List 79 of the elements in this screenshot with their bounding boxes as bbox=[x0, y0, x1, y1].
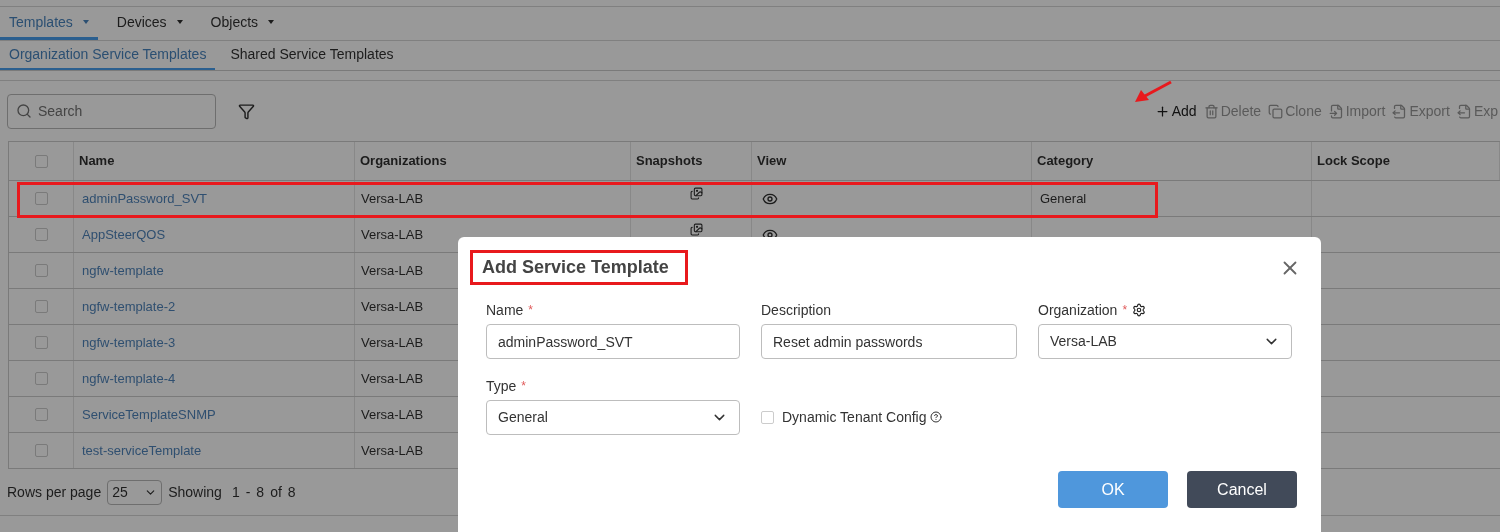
template-link[interactable]: test-serviceTemplate bbox=[82, 440, 202, 461]
table-cell-text: Versa-LAB bbox=[361, 405, 424, 424]
column-header: Name bbox=[79, 152, 115, 171]
plus-icon bbox=[1154, 103, 1170, 119]
template-link[interactable]: ngfw-template-4 bbox=[82, 368, 176, 389]
snapshots-icon[interactable] bbox=[690, 223, 703, 236]
nav-tab[interactable]: Devices bbox=[107, 7, 192, 40]
column-header: Category bbox=[1037, 152, 1094, 171]
checkbox[interactable] bbox=[34, 444, 48, 457]
settings-icon[interactable] bbox=[1132, 303, 1147, 317]
table-cell-text: Versa-LAB bbox=[361, 369, 424, 388]
checkbox[interactable] bbox=[34, 372, 48, 385]
text-field[interactable]: adminPassword_SVT bbox=[486, 324, 740, 359]
field-label: Name bbox=[486, 300, 524, 320]
range-end: 8 bbox=[256, 482, 265, 502]
pointer-arrow bbox=[1133, 80, 1173, 104]
checkbox-label: Dynamic Tenant Config bbox=[782, 407, 927, 427]
select-field[interactable]: General bbox=[486, 400, 740, 435]
template-link[interactable]: ServiceTemplateSNMP bbox=[82, 404, 216, 425]
template-link[interactable]: ngfw-template-3 bbox=[82, 332, 176, 353]
filter-icon[interactable] bbox=[238, 102, 255, 120]
column-header: Snapshots bbox=[636, 152, 703, 171]
table-cell-text: General bbox=[1040, 189, 1087, 208]
checkbox[interactable] bbox=[34, 228, 48, 241]
required-mark: * bbox=[521, 378, 527, 395]
table-cell-text: Versa-LAB bbox=[361, 441, 424, 460]
select-field[interactable]: Versa-LAB bbox=[1038, 324, 1292, 359]
checkbox[interactable] bbox=[761, 410, 774, 424]
import-icon bbox=[1328, 103, 1344, 119]
snapshots-icon[interactable] bbox=[690, 187, 703, 200]
required-mark: * bbox=[1122, 302, 1128, 319]
search-icon bbox=[16, 102, 32, 119]
trash-icon bbox=[1203, 103, 1219, 119]
template-link[interactable]: adminPassword_SVT bbox=[82, 188, 207, 209]
export-icon bbox=[1456, 103, 1472, 119]
checkbox[interactable] bbox=[34, 408, 48, 421]
nav-tab[interactable]: Templates bbox=[0, 7, 98, 40]
help-icon[interactable] bbox=[930, 411, 943, 423]
checkbox[interactable] bbox=[34, 264, 48, 277]
cancel-button[interactable]: Cancel bbox=[1187, 471, 1297, 508]
of-label: of bbox=[270, 482, 282, 502]
template-link[interactable]: ngfw-template-2 bbox=[82, 296, 176, 317]
rows-per-page-select[interactable]: 25 bbox=[107, 479, 163, 505]
checkbox[interactable] bbox=[34, 336, 48, 349]
caret-icon bbox=[268, 20, 275, 24]
caret-icon bbox=[82, 20, 89, 24]
checkbox[interactable] bbox=[34, 192, 48, 205]
caret-icon bbox=[176, 20, 183, 24]
column-header: Lock Scope bbox=[1317, 152, 1390, 171]
field-label: Type bbox=[486, 376, 517, 396]
template-link[interactable]: ngfw-template bbox=[82, 260, 164, 281]
total-count: 8 bbox=[287, 482, 296, 502]
nav-tab[interactable]: Objects bbox=[201, 7, 284, 40]
ok-button[interactable]: OK bbox=[1058, 471, 1168, 508]
table-cell-text: Versa-LAB bbox=[361, 189, 424, 208]
rows-per-page-label: Rows per page bbox=[7, 482, 102, 502]
column-header: Organizations bbox=[360, 152, 447, 171]
range-start: 1 bbox=[231, 482, 240, 502]
table-cell-text: Versa-LAB bbox=[361, 333, 424, 352]
sub-tab[interactable]: Shared Service Templates bbox=[221, 41, 403, 70]
dialog-title: Add Service Template bbox=[470, 250, 688, 285]
column-header: View bbox=[757, 152, 787, 171]
table-cell-text: Versa-LAB bbox=[361, 225, 424, 244]
field-label: Description bbox=[761, 300, 832, 320]
range-dash: - bbox=[245, 482, 251, 502]
checkbox[interactable] bbox=[34, 300, 48, 313]
table-cell-text: Versa-LAB bbox=[361, 261, 424, 280]
template-link[interactable]: AppSteerQOS bbox=[82, 224, 166, 245]
checkbox[interactable] bbox=[34, 154, 48, 168]
export-icon bbox=[1392, 103, 1408, 119]
sub-tab[interactable]: Organization Service Templates bbox=[0, 41, 216, 70]
required-mark: * bbox=[528, 302, 534, 319]
field-label: Organization bbox=[1038, 300, 1118, 320]
search-field[interactable]: Search bbox=[7, 93, 216, 129]
copy-icon bbox=[1268, 103, 1284, 119]
table-cell-text: Versa-LAB bbox=[361, 297, 424, 316]
toolbar-button[interactable]: Add bbox=[1154, 100, 1197, 122]
text-field[interactable]: Reset admin passwords bbox=[761, 324, 1017, 359]
showing-label: Showing bbox=[168, 482, 222, 502]
